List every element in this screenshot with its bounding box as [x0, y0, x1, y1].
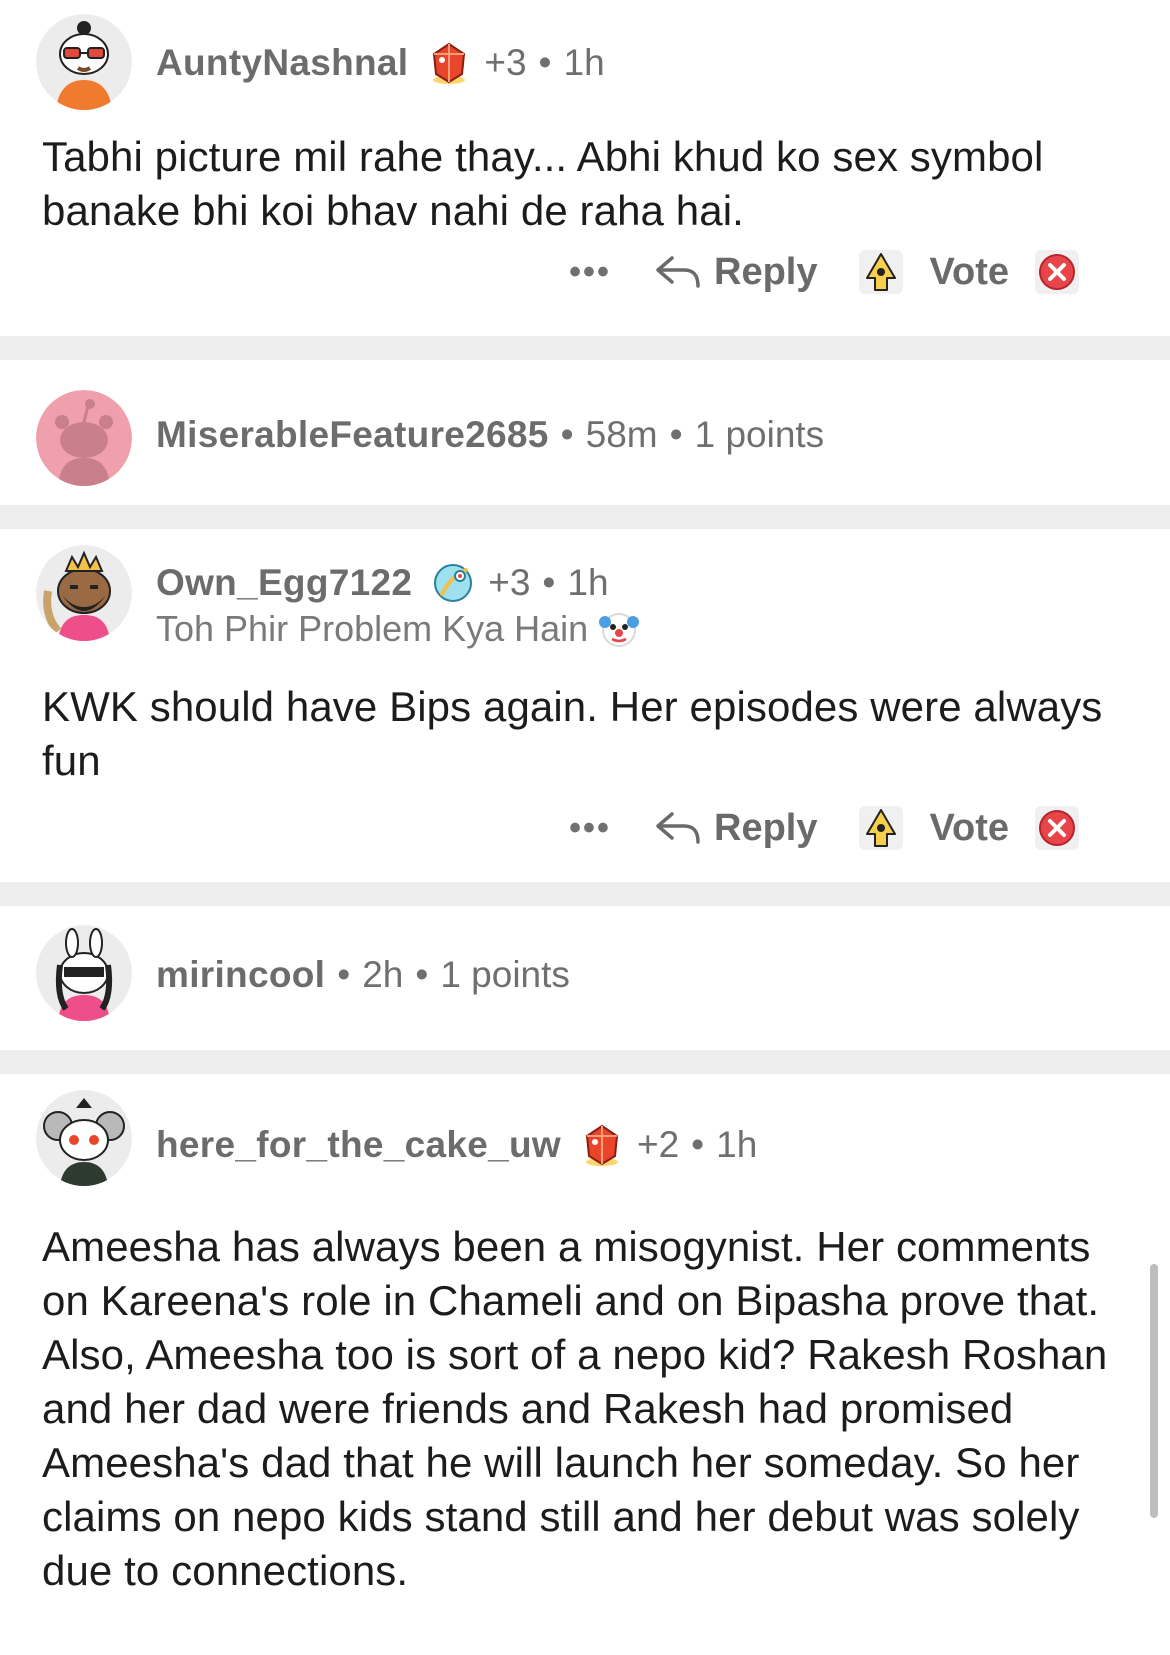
more-options-button[interactable]: •••: [560, 809, 620, 848]
avatar[interactable]: [36, 1090, 132, 1186]
separator-dot: •: [538, 42, 552, 83]
avatar[interactable]: [36, 390, 132, 486]
separator-dot: •: [415, 954, 429, 995]
reply-label: Reply: [714, 250, 818, 293]
separator-dot: •: [691, 1124, 705, 1165]
collapsed-comment-meta[interactable]: mirincool • 2h • 1 points: [156, 952, 570, 998]
comment-body: KWK should have Bips again. Her episodes…: [42, 683, 1103, 784]
more-options-button[interactable]: •••: [560, 253, 620, 292]
user-avatar-icon: [36, 1090, 132, 1186]
collapsed-comment-meta[interactable]: MiserableFeature2685 • 58m • 1 points: [156, 412, 824, 458]
avatar[interactable]: [36, 14, 132, 110]
downvote-icon[interactable]: [1033, 804, 1081, 852]
reply-button[interactable]: Reply: [654, 251, 817, 294]
score: +2: [636, 1124, 680, 1165]
reply-label: Reply: [714, 806, 818, 849]
comment-actions: ••• Reply Vote: [560, 244, 1081, 300]
vote-label: Vote: [929, 806, 1010, 849]
username[interactable]: MiserableFeature2685: [156, 412, 549, 458]
points: 1 points: [440, 954, 570, 995]
comment-separator: [0, 336, 1170, 360]
timestamp: 58m: [585, 414, 658, 455]
scrollbar[interactable]: [1150, 1264, 1158, 1518]
comment-thread: AuntyNashnal +3 • 1h Tabhi picture mil r…: [0, 0, 1170, 1655]
timestamp: 1h: [716, 1124, 758, 1165]
comment-separator: [0, 1050, 1170, 1074]
comment-body: Ameesha has always been a misogynist. He…: [42, 1223, 1108, 1594]
username[interactable]: AuntyNashnal: [156, 40, 408, 86]
aqua-award-icon[interactable]: [430, 560, 476, 606]
avatar[interactable]: [36, 545, 132, 641]
reply-button[interactable]: Reply: [654, 807, 817, 850]
comment-meta: AuntyNashnal +3 • 1h: [156, 40, 605, 86]
points: 1 points: [694, 414, 825, 455]
comment-meta: here_for_the_cake_uw +2 • 1h: [156, 1122, 757, 1168]
score: +3: [484, 42, 527, 83]
flair-text: Toh Phir Problem Kya Hain: [156, 608, 589, 649]
comment-meta: Own_Egg7122 +3 • 1h: [156, 560, 609, 606]
user-flair: Toh Phir Problem Kya Hain: [156, 608, 640, 650]
comment-body: Tabhi picture mil rahe thay... Abhi khud…: [42, 133, 1044, 234]
reply-arrow-icon: [656, 256, 700, 288]
comment-actions: ••• Reply Vote: [560, 800, 1081, 856]
ruby-award-icon[interactable]: [579, 1122, 625, 1168]
ruby-award-icon[interactable]: [426, 40, 472, 86]
score: +3: [488, 562, 531, 603]
timestamp: 1h: [563, 42, 605, 83]
username[interactable]: Own_Egg7122: [156, 560, 412, 606]
timestamp: 2h: [362, 954, 404, 995]
separator-dot: •: [337, 954, 351, 995]
timestamp: 1h: [567, 562, 609, 603]
separator-dot: •: [669, 414, 683, 455]
downvote-icon[interactable]: [1033, 248, 1081, 296]
user-avatar-icon: [36, 925, 132, 1021]
reply-arrow-icon: [656, 812, 700, 844]
username[interactable]: mirincool: [156, 952, 325, 998]
separator-dot: •: [542, 562, 556, 603]
user-avatar-icon: [36, 14, 132, 110]
default-snoo-avatar-icon: [36, 390, 132, 486]
comment-separator: [0, 505, 1170, 529]
clown-emoji-icon: [598, 608, 640, 650]
user-avatar-icon: [36, 545, 132, 641]
comment-separator: [0, 882, 1170, 906]
separator-dot: •: [560, 414, 574, 455]
upvote-icon[interactable]: [857, 248, 905, 296]
upvote-icon[interactable]: [857, 804, 905, 852]
vote-label: Vote: [929, 250, 1010, 293]
avatar[interactable]: [36, 925, 132, 1021]
username[interactable]: here_for_the_cake_uw: [156, 1122, 561, 1168]
